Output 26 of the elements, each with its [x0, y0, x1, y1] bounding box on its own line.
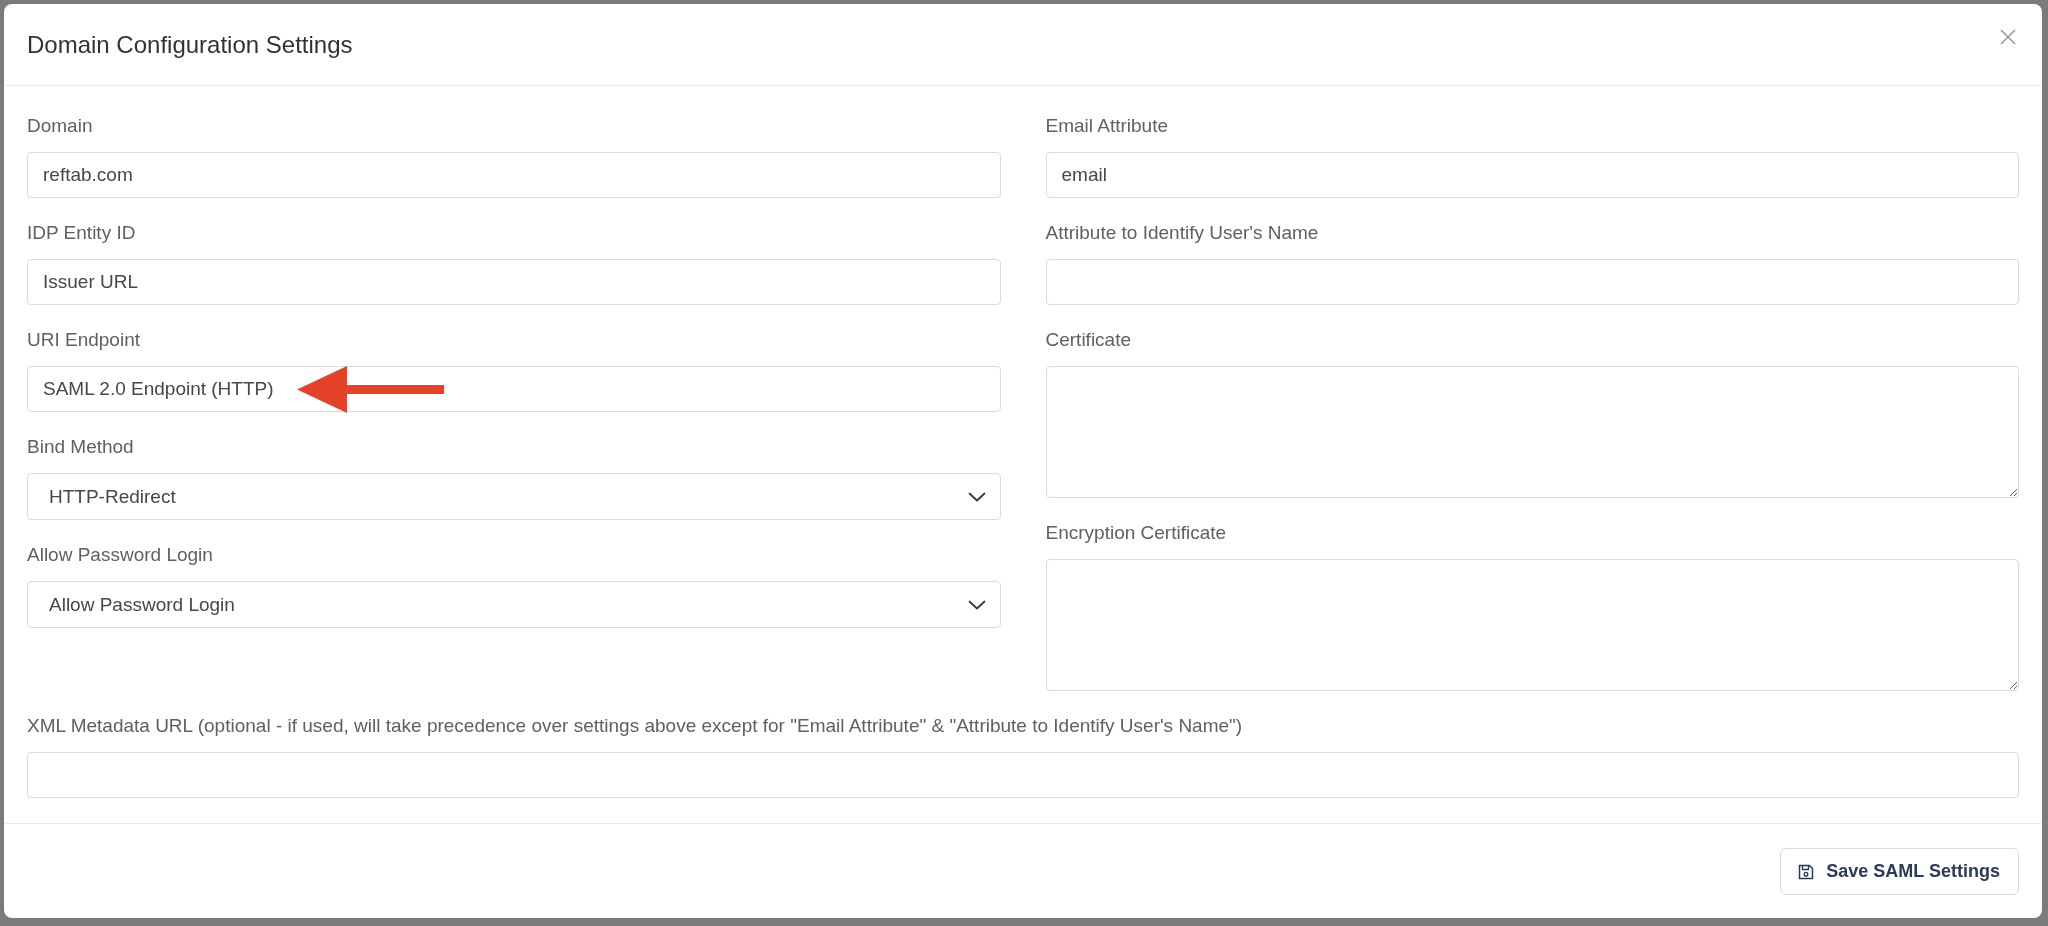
textarea-field[interactable]	[1045, 366, 2019, 498]
field-label: URI Endpoint	[27, 328, 140, 352]
chevron-down-icon	[967, 491, 986, 502]
field-label: Encryption Certificate	[1045, 521, 1227, 545]
text-input[interactable]	[27, 752, 2019, 798]
field-label: Attribute to Identify User's Name	[1045, 221, 1319, 245]
text-input[interactable]: SAML 2.0 Endpoint (HTTP)	[27, 366, 1001, 412]
field-label: XML Metadata URL (optional - if used, will take precedence over settings above except for "Email Attribute" & "Attribute to Identify User's Name")	[27, 714, 1243, 738]
dialog-title: Domain Configuration Settings	[27, 29, 353, 60]
chevron-down-icon	[967, 599, 986, 610]
field-label: Domain	[27, 114, 93, 138]
field-label: Bind Method	[27, 435, 134, 459]
field-label: IDP Entity ID	[27, 221, 136, 245]
text-input[interactable]: reftab.com	[27, 152, 1001, 198]
field-label: Allow Password Login	[27, 543, 213, 567]
select-dropdown[interactable]: Allow Password Login	[27, 581, 1001, 628]
close-button[interactable]	[2000, 28, 2016, 45]
text-input[interactable]: email	[1045, 152, 2019, 198]
text-input[interactable]	[1045, 259, 2019, 305]
save-button[interactable]: Save SAML Settings	[1780, 848, 2019, 895]
select-dropdown[interactable]: HTTP-Redirect	[27, 473, 1001, 520]
field-label: Email Attribute	[1045, 114, 1168, 138]
field-label: Certificate	[1045, 328, 1132, 352]
text-input[interactable]: Issuer URL	[27, 259, 1001, 305]
close-icon	[2000, 28, 2016, 45]
textarea-field[interactable]	[1045, 559, 2019, 691]
